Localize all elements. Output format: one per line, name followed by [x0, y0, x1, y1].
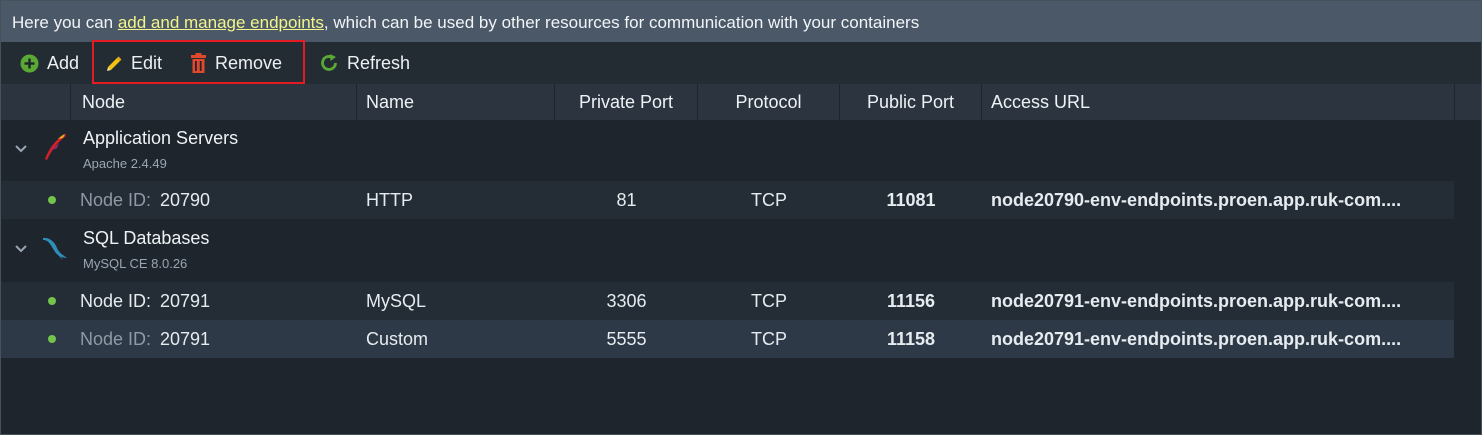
private-port: 3306 [606, 291, 647, 311]
status-running-icon [48, 335, 56, 343]
public-port: 11081 [886, 190, 936, 210]
info-text-prefix: Here you can [12, 13, 118, 32]
public-port: 11158 [886, 329, 936, 349]
node-id: 20791 [160, 329, 211, 349]
column-header-protocol[interactable]: Protocol [698, 84, 840, 120]
table-row[interactable]: Node ID: 20790 HTTP 81 TCP 11081 node207… [1, 181, 1454, 219]
refresh-icon [321, 54, 337, 71]
node-id: 20790 [160, 190, 211, 210]
column-header-private-port[interactable]: Private Port [555, 84, 698, 120]
scrollbar-gutter[interactable] [1454, 120, 1481, 434]
node-label: Node ID: [80, 329, 152, 349]
status-running-icon [48, 297, 56, 305]
access-url[interactable]: node20791-env-endpoints.proen.app.ruk-co… [991, 320, 1451, 358]
add-icon [20, 54, 39, 72]
node-id: 20791 [160, 291, 211, 311]
add-label: Add [47, 52, 80, 73]
endpoint-name: Custom [366, 329, 429, 349]
chevron-down-icon[interactable] [14, 242, 28, 256]
protocol: TCP [751, 291, 787, 311]
access-url[interactable]: node20790-env-endpoints.proen.app.ruk-co… [991, 181, 1451, 219]
table-row-selected[interactable]: Node ID: 20791 Custom 5555 TCP 11158 nod… [1, 320, 1454, 358]
manage-endpoints-link[interactable]: add and manage endpoints [118, 13, 324, 32]
private-port: 5555 [606, 329, 647, 349]
public-port: 11156 [886, 291, 936, 311]
endpoint-name: HTTP [366, 190, 413, 210]
refresh-label: Refresh [347, 52, 411, 73]
group-subtitle: Apache 2.4.49 [83, 156, 167, 171]
group-sql-databases[interactable]: SQL Databases MySQL CE 8.0.26 [1, 220, 1481, 281]
chevron-down-icon[interactable] [14, 142, 28, 156]
node-label: Node ID: [80, 190, 152, 210]
table-row[interactable]: Node ID: 20791 MySQL 3306 TCP 11156 node… [1, 282, 1454, 320]
group-title: SQL Databases [83, 228, 210, 248]
endpoints-panel: Here you can add and manage endpoints, w… [0, 0, 1482, 435]
column-header-node[interactable]: Node [71, 84, 357, 120]
private-port: 81 [616, 190, 637, 210]
info-bar: Here you can add and manage endpoints, w… [1, 1, 1481, 42]
column-header-public-port[interactable]: Public Port [840, 84, 982, 120]
header-spacer [1, 84, 71, 120]
column-header-name[interactable]: Name [357, 84, 555, 120]
edit-remove-highlight [92, 40, 305, 84]
protocol: TCP [751, 329, 787, 349]
group-title: Application Servers [83, 128, 239, 148]
apache-feather-icon [45, 134, 66, 160]
table-header: Node Name Private Port Protocol Public P… [1, 84, 1481, 121]
mysql-dolphin-icon [43, 237, 67, 260]
refresh-button[interactable]: Refresh [319, 42, 410, 84]
info-text-suffix: , which can be used by other resources f… [323, 13, 920, 32]
protocol: TCP [751, 190, 787, 210]
access-url[interactable]: node20791-env-endpoints.proen.app.ruk-co… [991, 282, 1451, 320]
group-subtitle: MySQL CE 8.0.26 [83, 256, 188, 271]
node-label: Node ID: [80, 291, 152, 311]
status-running-icon [48, 196, 56, 204]
add-button[interactable]: Add [20, 42, 79, 84]
group-application-servers[interactable]: Application Servers Apache 2.4.49 [1, 120, 1481, 181]
endpoint-name: MySQL [366, 291, 427, 311]
column-header-access-url[interactable]: Access URL [982, 84, 1455, 120]
